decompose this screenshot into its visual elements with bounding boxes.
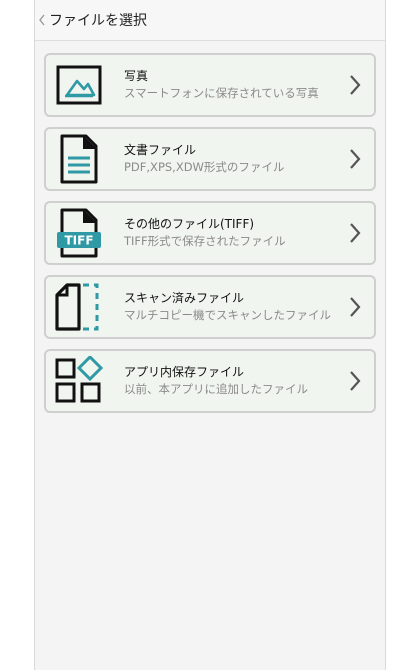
option-title: アプリ内保存ファイル: [124, 365, 245, 379]
chevron-right-icon: [350, 223, 361, 243]
chevron-right-icon: [350, 75, 361, 95]
document-icon: [52, 132, 106, 186]
photo-option[interactable]: 写真 スマートフォンに保存されている写真: [44, 53, 376, 117]
file-source-list: 写真 スマートフォンに保存されている写真 文書ファイル PDF,XPS,XDW形…: [35, 41, 385, 413]
scan-file-icon: [52, 280, 106, 334]
option-description: TIFF形式で保存されたファイル: [124, 234, 286, 248]
app-storage-icon: [52, 354, 106, 408]
app-storage-option[interactable]: アプリ内保存ファイル 以前、本アプリに追加したファイル: [44, 349, 376, 413]
tiff-badge-label: TIFF: [64, 234, 93, 248]
option-description: 以前、本アプリに追加したファイル: [124, 382, 308, 396]
option-title: 写真: [124, 69, 149, 83]
tiff-option[interactable]: TIFF その他のファイル(TIFF) TIFF形式で保存されたファイル: [44, 201, 376, 265]
option-title: その他のファイル(TIFF): [124, 217, 255, 231]
option-description: PDF,XPS,XDW形式のファイル: [124, 160, 285, 174]
option-title: 文書ファイル: [124, 143, 197, 157]
header: ファイルを選択: [35, 0, 385, 41]
document-option[interactable]: 文書ファイル PDF,XPS,XDW形式のファイル: [44, 127, 376, 191]
chevron-right-icon: [350, 371, 361, 391]
screen-frame: ファイルを選択 写真 スマートフォンに保存されている写真 文書ファイル PDF,…: [34, 0, 386, 670]
page-title: ファイルを選択: [49, 13, 147, 29]
option-title: スキャン済みファイル: [124, 291, 245, 305]
tiff-file-icon: TIFF: [52, 206, 106, 260]
chevron-right-icon: [350, 297, 361, 317]
option-description: マルチコピー機でスキャンしたファイル: [124, 308, 331, 322]
scan-option[interactable]: スキャン済みファイル マルチコピー機でスキャンしたファイル: [44, 275, 376, 339]
chevron-right-icon: [350, 149, 361, 169]
photo-icon: [52, 58, 106, 112]
back-chevron-icon[interactable]: [37, 13, 47, 27]
option-description: スマートフォンに保存されている写真: [124, 86, 319, 100]
